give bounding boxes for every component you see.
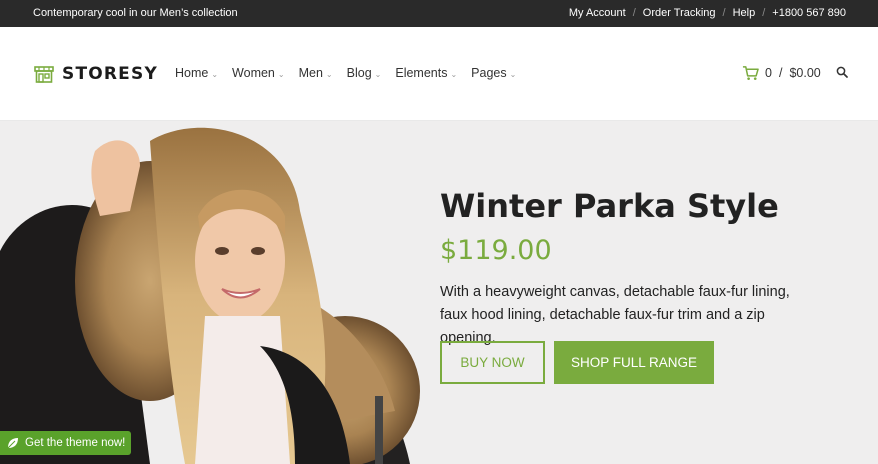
separator: /	[762, 7, 766, 19]
cart-count: 0	[765, 66, 772, 80]
chevron-down-icon: ⌄	[277, 69, 285, 79]
help-link[interactable]: Help	[733, 7, 756, 19]
site-logo[interactable]: STORESY	[34, 64, 158, 84]
cart-separator: /	[778, 66, 783, 80]
nav-item-pages[interactable]: Pages ⌄	[471, 66, 516, 80]
shopping-cart-icon	[742, 66, 759, 80]
separator: /	[632, 7, 636, 19]
nav-item-label: Home	[175, 66, 209, 80]
storefront-icon	[34, 66, 54, 83]
chevron-down-icon: ⌄	[211, 69, 219, 79]
nav-item-label: Blog	[346, 66, 372, 80]
hero-banner: Winter Parka Style $119.00 With a heavyw…	[0, 121, 878, 464]
phone-link[interactable]: +1800 567 890	[772, 7, 846, 19]
chevron-down-icon: ⌄	[325, 69, 333, 79]
nav-item-label: Elements	[395, 66, 448, 80]
main-nav: Home ⌄ Women ⌄ Men ⌄ Blog ⌄ Elements ⌄ P…	[175, 66, 530, 80]
top-bar-promo: Contemporary cool in our Men’s collectio…	[33, 7, 238, 19]
cart-summary[interactable]: 0 / $0.00	[742, 65, 821, 81]
nav-item-men[interactable]: Men ⌄	[299, 66, 333, 80]
top-bar: Contemporary cool in our Men’s collectio…	[0, 0, 878, 27]
chevron-down-icon: ⌄	[374, 69, 382, 79]
site-header: STORESY Home ⌄ Women ⌄ Men ⌄ Blog ⌄ Elem…	[0, 27, 878, 121]
shop-full-range-button[interactable]: SHOP FULL RANGE	[554, 341, 714, 384]
separator: /	[722, 7, 726, 19]
nav-item-label: Men	[298, 66, 323, 80]
nav-item-women[interactable]: Women ⌄	[232, 66, 285, 80]
logo-text: STORESY	[62, 64, 158, 84]
chevron-down-icon: ⌄	[450, 69, 458, 79]
buy-now-button[interactable]: BUY NOW	[440, 341, 545, 384]
hero-description: With a heavyweight canvas, detachable fa…	[440, 284, 790, 346]
nav-item-blog[interactable]: Blog ⌄	[347, 66, 382, 80]
nav-item-label: Women	[232, 66, 275, 80]
top-bar-links: My Account / Order Tracking / Help / +18…	[569, 7, 846, 19]
cart-total: $0.00	[789, 66, 821, 80]
get-theme-badge[interactable]: Get the theme now!	[0, 431, 131, 455]
hero-price: $119.00	[440, 235, 552, 266]
nav-item-home[interactable]: Home ⌄	[175, 66, 218, 80]
nav-item-label: Pages	[471, 66, 507, 80]
get-theme-label: Get the theme now!	[25, 437, 126, 449]
order-tracking-link[interactable]: Order Tracking	[643, 7, 716, 19]
hero-model-image	[0, 127, 420, 464]
chevron-down-icon: ⌄	[509, 69, 517, 79]
my-account-link[interactable]: My Account	[569, 7, 626, 19]
hero-title: Winter Parka Style	[440, 187, 779, 225]
leaf-icon	[7, 438, 18, 449]
nav-item-elements[interactable]: Elements ⌄	[395, 66, 457, 80]
search-icon[interactable]	[836, 66, 848, 78]
